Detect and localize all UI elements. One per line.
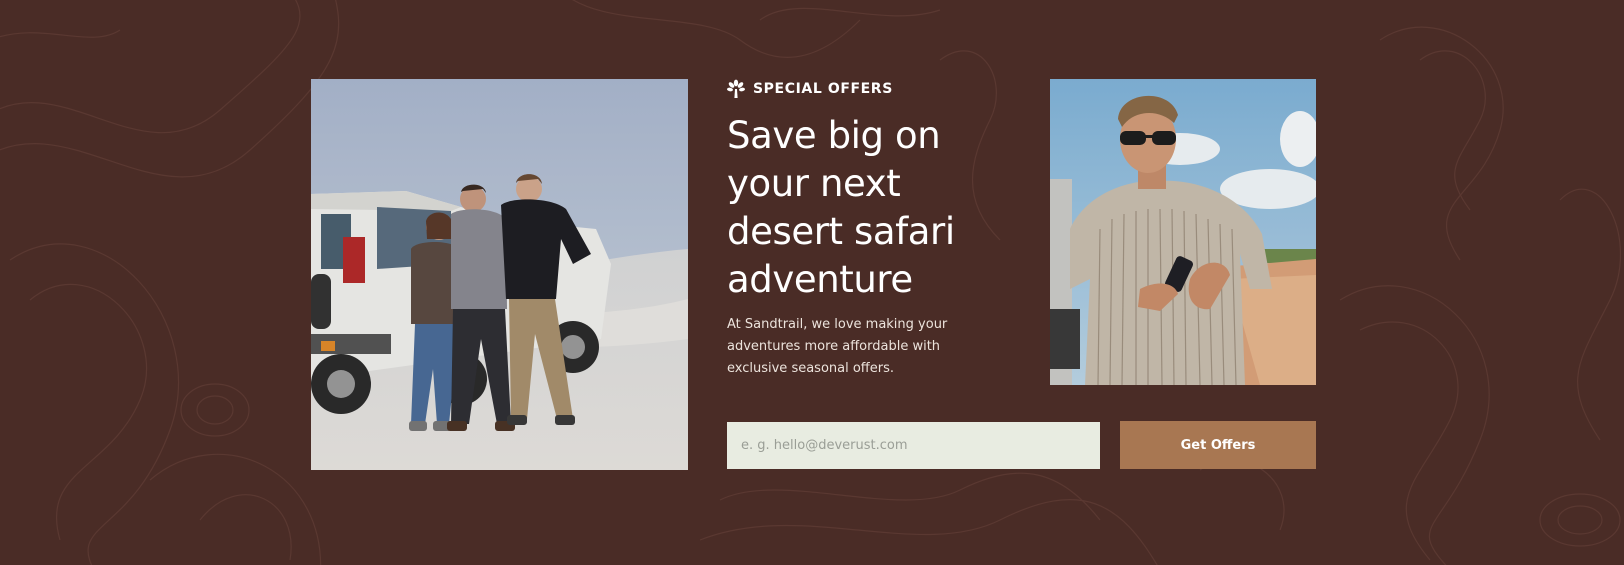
special-offers-eyebrow: SPECIAL OFFERS: [727, 78, 893, 100]
offer-headline: Save big on your next desert safari adve…: [727, 114, 955, 301]
offer-description: At Sandtrail, we love making your advent…: [727, 317, 948, 376]
email-input[interactable]: [727, 422, 1100, 469]
group-safari-photo: [311, 79, 688, 470]
get-offers-button[interactable]: Get Offers: [1120, 421, 1316, 469]
traveller-phone-photo: [1050, 79, 1316, 385]
eyebrow-label: SPECIAL OFFERS: [753, 81, 893, 97]
palm-tree-icon: [727, 79, 745, 98]
